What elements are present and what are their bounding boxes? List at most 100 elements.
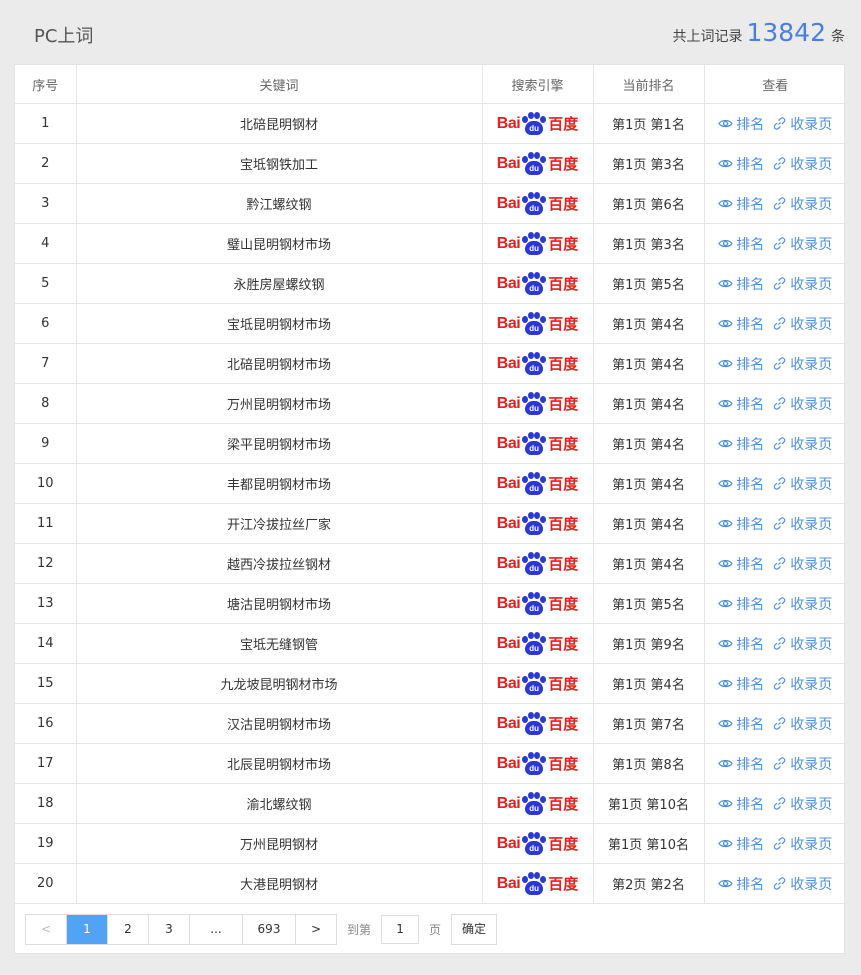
view-rank-link[interactable]: 排名: [718, 154, 764, 174]
table-row: 14 宝坻无缝钢管 Bai du 百度 第1页 第9名 排名 收录页: [15, 623, 846, 664]
row-number: 18: [15, 783, 77, 824]
row-actions: 排名 收录页: [703, 743, 846, 784]
page-number-input[interactable]: 1: [381, 915, 420, 944]
view-rank-link[interactable]: 排名: [718, 634, 764, 654]
page-button-1[interactable]: 1: [67, 915, 108, 944]
link-icon: [774, 757, 786, 770]
table-row: 17 北辰昆明钢材市场 Bai du 百度 第1页 第8名 排名 收录页: [15, 743, 846, 784]
view-page-link[interactable]: 收录页: [772, 354, 832, 374]
paw-icon: du: [521, 551, 547, 576]
view-page-link[interactable]: 收录页: [772, 554, 832, 574]
row-number: 7: [15, 343, 77, 384]
view-rank-link[interactable]: 排名: [718, 754, 764, 774]
row-number: 4: [15, 223, 77, 264]
row-number: 8: [15, 383, 77, 424]
table-row: 20 大港昆明钢材 Bai du 百度 第2页 第2名 排名 收录页: [15, 863, 846, 904]
paw-icon: du: [521, 871, 547, 896]
table-header-row: 序号 关键词 搜索引擎 当前排名 查看: [15, 65, 846, 104]
view-page-link[interactable]: 收录页: [772, 634, 832, 654]
page-button-2[interactable]: 2: [108, 915, 149, 944]
baidu-logo: Bai du 百度: [497, 471, 578, 497]
row-keyword: 北辰昆明钢材市场: [75, 743, 483, 784]
view-rank-link[interactable]: 排名: [718, 234, 764, 254]
page-button-last[interactable]: 693: [243, 915, 296, 944]
view-page-link[interactable]: 收录页: [772, 234, 832, 254]
row-keyword: 宝坻无缝钢管: [75, 623, 483, 664]
eye-icon: [718, 559, 733, 568]
eye-icon: [718, 359, 733, 368]
row-engine: Bai du 百度: [481, 703, 594, 744]
view-page-link[interactable]: 收录页: [772, 714, 832, 734]
eye-icon: [718, 479, 733, 488]
paw-icon: du: [521, 751, 547, 776]
view-page-link[interactable]: 收录页: [772, 194, 832, 214]
view-rank-link[interactable]: 排名: [718, 274, 764, 294]
view-page-link[interactable]: 收录页: [772, 434, 832, 454]
view-rank-link[interactable]: 排名: [718, 794, 764, 814]
view-rank-link[interactable]: 排名: [718, 594, 764, 614]
row-actions: 排名 收录页: [703, 423, 846, 464]
view-page-link[interactable]: 收录页: [772, 674, 832, 694]
paw-icon: du: [521, 311, 547, 336]
view-page-link[interactable]: 收录页: [772, 114, 832, 134]
table-row: 2 宝坻钢铁加工 Bai du 百度 第1页 第3名 排名 收录页: [15, 143, 846, 184]
row-engine: Bai du 百度: [481, 503, 594, 544]
view-rank-link[interactable]: 排名: [718, 554, 764, 574]
view-page-link[interactable]: 收录页: [772, 474, 832, 494]
paw-icon: du: [521, 791, 547, 816]
page-button-3[interactable]: 3: [149, 915, 190, 944]
page-header: PC上词 共上词记录 13842 条: [0, 0, 861, 64]
table-row: 6 宝坻昆明钢材市场 Bai du 百度 第1页 第4名 排名 收录页: [15, 303, 846, 344]
eye-icon: [718, 839, 733, 848]
row-actions: 排名 收录页: [703, 383, 846, 424]
confirm-button[interactable]: 确定: [451, 914, 498, 945]
view-page-link[interactable]: 收录页: [772, 834, 832, 854]
view-rank-link[interactable]: 排名: [718, 394, 764, 414]
row-engine: Bai du 百度: [481, 343, 594, 384]
view-page-link[interactable]: 收录页: [772, 594, 832, 614]
view-rank-link[interactable]: 排名: [718, 434, 764, 454]
view-rank-link[interactable]: 排名: [718, 114, 764, 134]
view-rank-link[interactable]: 排名: [718, 194, 764, 214]
link-icon: [774, 677, 786, 690]
view-rank-link[interactable]: 排名: [718, 354, 764, 374]
row-rank: 第1页 第3名: [592, 143, 705, 184]
view-rank-link[interactable]: 排名: [718, 714, 764, 734]
eye-icon: [718, 799, 733, 808]
view-page-link[interactable]: 收录页: [772, 874, 832, 894]
link-icon: [774, 557, 786, 570]
view-page-link[interactable]: 收录页: [772, 314, 832, 334]
prev-page-button[interactable]: <: [26, 915, 67, 944]
view-rank-link[interactable]: 排名: [718, 674, 764, 694]
view-rank-link[interactable]: 排名: [718, 314, 764, 334]
view-page-link[interactable]: 收录页: [772, 754, 832, 774]
total-count: 13842: [746, 18, 826, 47]
view-page-link[interactable]: 收录页: [772, 794, 832, 814]
view-rank-link[interactable]: 排名: [718, 874, 764, 894]
row-actions: 排名 收录页: [703, 583, 846, 624]
view-page-link[interactable]: 收录页: [772, 274, 832, 294]
row-keyword: 北碚昆明钢材: [75, 103, 483, 144]
eye-icon: [718, 439, 733, 448]
row-actions: 排名 收录页: [703, 543, 846, 584]
view-rank-link[interactable]: 排名: [718, 474, 764, 494]
col-header-keyword: 关键词: [75, 65, 483, 104]
view-rank-link[interactable]: 排名: [718, 834, 764, 854]
view-page-link[interactable]: 收录页: [772, 514, 832, 534]
table-row: 1 北碚昆明钢材 Bai du 百度 第1页 第1名 排名 收录页: [15, 103, 846, 144]
link-icon: [774, 397, 786, 410]
row-rank: 第2页 第2名: [592, 863, 705, 904]
paw-icon: du: [521, 591, 547, 616]
link-icon: [774, 437, 786, 450]
paw-icon: du: [521, 831, 547, 856]
row-engine: Bai du 百度: [481, 303, 594, 344]
baidu-logo: Bai du 百度: [497, 871, 578, 897]
paw-icon: du: [521, 671, 547, 696]
next-page-button[interactable]: >: [296, 915, 336, 944]
row-keyword: 塘沽昆明钢材市场: [75, 583, 483, 624]
view-page-link[interactable]: 收录页: [772, 154, 832, 174]
table-row: 19 万州昆明钢材 Bai du 百度 第1页 第10名 排名 收录页: [15, 823, 846, 864]
view-page-link[interactable]: 收录页: [772, 394, 832, 414]
paw-icon: du: [521, 711, 547, 736]
view-rank-link[interactable]: 排名: [718, 514, 764, 534]
